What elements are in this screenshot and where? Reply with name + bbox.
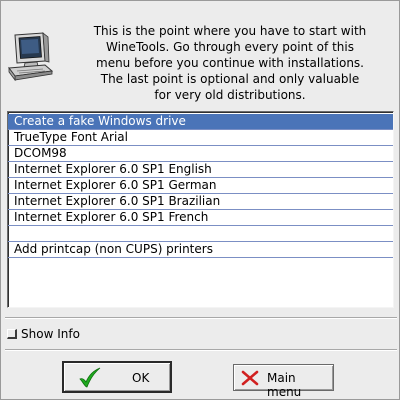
list-item[interactable]: Add printcap (non CUPS) printers: [8, 242, 393, 258]
show-info-label: Show Info: [21, 327, 80, 341]
divider: [5, 349, 397, 351]
main-menu-label: Main menu: [267, 371, 302, 399]
winetools-dialog: This is the point where you have to star…: [0, 0, 400, 400]
checkmark-icon: [78, 367, 102, 389]
intro-text: This is the point where you have to star…: [71, 23, 389, 103]
list-item[interactable]: Create a fake Windows drive: [8, 114, 393, 130]
show-info-checkbox[interactable]: [7, 329, 17, 339]
intro-line: This is the point where you have to star…: [93, 24, 367, 38]
list-item[interactable]: Internet Explorer 6.0 SP1 French: [8, 210, 393, 226]
x-icon: [241, 370, 259, 386]
list-item[interactable]: TrueType Font Arial: [8, 130, 393, 146]
ok-button[interactable]: OK: [62, 361, 172, 393]
divider: [5, 317, 397, 319]
intro-line: menu before you continue with installati…: [96, 56, 364, 70]
list-item[interactable]: Internet Explorer 6.0 SP1 English: [8, 162, 393, 178]
show-info-toggle[interactable]: Show Info: [7, 326, 80, 342]
list-item-separator: [8, 226, 393, 242]
intro-line: for very old distributions.: [154, 88, 306, 102]
list-item[interactable]: Internet Explorer 6.0 SP1 Brazilian: [8, 194, 393, 210]
intro-line: WineTools. Go through every point of thi…: [106, 40, 354, 54]
main-menu-button[interactable]: Main menu: [233, 364, 334, 399]
computer-icon: [7, 31, 54, 82]
install-options-list[interactable]: Create a fake Windows drive TrueType Fon…: [7, 111, 394, 308]
dialog-header: This is the point where you have to star…: [1, 1, 400, 111]
intro-line: The last point is optional and only valu…: [100, 72, 360, 86]
list-item[interactable]: DCOM98: [8, 146, 393, 162]
list-item[interactable]: Internet Explorer 6.0 SP1 German: [8, 178, 393, 194]
ok-label: OK: [132, 371, 150, 385]
